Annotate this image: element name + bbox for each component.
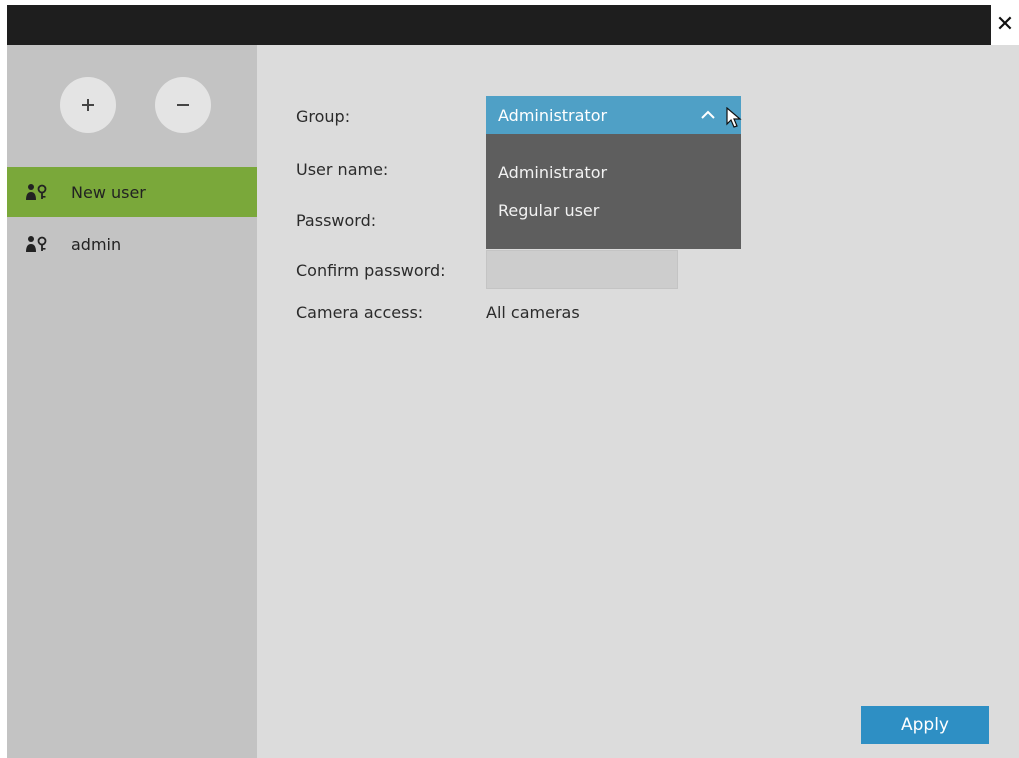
title-bar: ✕: [7, 5, 1019, 45]
confirm-password-label: Confirm password:: [296, 261, 446, 280]
user-settings-panel: Group: User name: Password: Confirm pass…: [257, 45, 1019, 758]
chevron-up-icon: [701, 110, 715, 119]
password-label: Password:: [296, 211, 377, 230]
close-button[interactable]: ✕: [991, 5, 1019, 45]
minus-icon: [177, 104, 189, 106]
camera-access-label: Camera access:: [296, 303, 424, 322]
add-user-button[interactable]: [60, 77, 116, 133]
group-dropdown-selected[interactable]: Administrator: [486, 96, 742, 134]
group-dropdown[interactable]: Administrator Administrator Regular user: [486, 96, 742, 249]
remove-user-button[interactable]: [155, 77, 211, 133]
plus-icon: [82, 99, 94, 111]
close-icon: ✕: [995, 12, 1015, 37]
user-list-item-new-user[interactable]: New user: [7, 167, 257, 217]
confirm-password-field[interactable]: [486, 250, 678, 289]
user-list-item-label: New user: [71, 182, 146, 202]
camera-access-value: All cameras: [486, 303, 580, 322]
user-management-window: ✕ New user admin Group: User name: Passw…: [7, 5, 1019, 758]
user-list-sidebar: New user admin: [7, 45, 257, 758]
group-dropdown-value: Administrator: [498, 105, 608, 125]
username-label: User name:: [296, 160, 389, 179]
user-key-icon: [25, 183, 51, 201]
mouse-cursor-icon: [726, 107, 742, 128]
group-option-regular-user[interactable]: Regular user: [498, 201, 599, 220]
group-label: Group:: [296, 107, 351, 126]
user-list-item-label: admin: [71, 234, 122, 254]
user-key-icon: [25, 235, 51, 253]
user-list-item-admin[interactable]: admin: [7, 219, 257, 269]
apply-button[interactable]: Apply: [861, 706, 989, 744]
group-option-administrator[interactable]: Administrator: [498, 163, 607, 182]
